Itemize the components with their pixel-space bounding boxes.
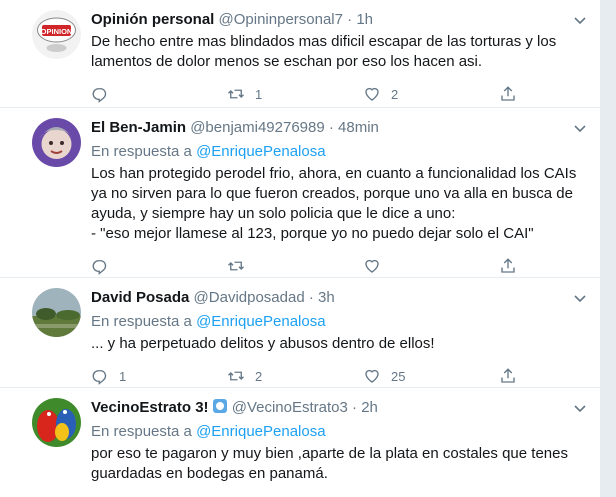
- author-handle[interactable]: @Davidposadad: [194, 289, 305, 306]
- tweet-timestamp[interactable]: 2h: [361, 399, 378, 416]
- share-icon: [501, 86, 515, 101]
- share-button[interactable]: [499, 84, 517, 104]
- blue-square-emoji-icon: [212, 399, 227, 413]
- author-handle[interactable]: @Opininpersonal7: [219, 11, 343, 28]
- share-button[interactable]: [499, 366, 517, 386]
- retweet-button[interactable]: 1: [227, 84, 262, 104]
- reply-context: En respuesta a @EnriquePenalosa: [91, 312, 588, 332]
- like-button[interactable]: 2: [363, 84, 398, 104]
- retweet-button[interactable]: 2: [227, 366, 262, 386]
- tweet-text: De hecho entre mas blindados mas dificil…: [91, 33, 557, 70]
- reply-prefix: En respuesta a: [91, 313, 192, 330]
- tweet-actions: 1 2: [91, 84, 588, 104]
- separator-dot: ·: [308, 289, 314, 306]
- heart-icon: [365, 259, 379, 273]
- tweet-header: VecinoEstrato 3! @VecinoEstrato3 · 2h: [91, 398, 588, 418]
- tweet-timeline: OPINION Opinión personal @Opininpersonal…: [0, 0, 601, 497]
- author-name[interactable]: David Posada: [91, 289, 189, 306]
- landscape-photo-icon[interactable]: [32, 288, 81, 337]
- tweet-text: ... y ha perpetuado delitos y abusos den…: [91, 335, 435, 352]
- reply-mention-link[interactable]: @EnriquePenalosa: [196, 313, 325, 330]
- like-button[interactable]: 25: [363, 366, 405, 386]
- separator-dot: ·: [328, 119, 334, 136]
- reply-button[interactable]: 1: [91, 366, 126, 386]
- retweet-count: 2: [255, 368, 263, 384]
- author-handle[interactable]: @benjami49276989: [190, 119, 325, 136]
- reply-context: En respuesta a @EnriquePenalosa: [91, 142, 588, 162]
- reply-icon: [92, 260, 107, 275]
- tweet-card[interactable]: El Ben-Jamin @benjami49276989 · 48min En…: [0, 108, 600, 278]
- reply-icon: [92, 370, 107, 385]
- heart-icon: [365, 369, 379, 383]
- retweet-icon: [228, 371, 244, 381]
- reply-prefix: En respuesta a: [91, 423, 192, 440]
- reply-button[interactable]: [91, 256, 119, 276]
- reply-prefix: En respuesta a: [91, 143, 192, 160]
- separator-dot: ·: [352, 399, 358, 416]
- separator-dot: ·: [347, 11, 353, 28]
- chevron-down-icon[interactable]: [572, 12, 588, 28]
- tweet-text: por eso te pagaron y muy bien ,aparte de…: [91, 445, 568, 482]
- share-icon: [501, 368, 515, 383]
- retweet-icon: [228, 89, 244, 99]
- like-count: 25: [391, 368, 406, 384]
- tweet-header: Opinión personal @Opininpersonal7 · 1h: [91, 10, 588, 30]
- person-photo-icon[interactable]: [32, 118, 81, 167]
- parrot-photo-icon[interactable]: [32, 398, 81, 447]
- share-icon: [501, 258, 515, 273]
- author-name[interactable]: VecinoEstrato 3!: [91, 399, 209, 416]
- tweet-header: David Posada @Davidposadad · 3h: [91, 288, 588, 308]
- author-name[interactable]: Opinión personal: [91, 11, 214, 28]
- tweet-card[interactable]: VecinoEstrato 3! @VecinoEstrato3 · 2h En…: [0, 388, 600, 497]
- tweet-card[interactable]: OPINION Opinión personal @Opininpersonal…: [0, 0, 600, 108]
- chevron-down-icon[interactable]: [572, 400, 588, 416]
- tweet-card[interactable]: David Posada @Davidposadad · 3h En respu…: [0, 278, 600, 388]
- reply-button[interactable]: [91, 84, 119, 104]
- chevron-down-icon[interactable]: [572, 290, 588, 306]
- reply-mention-link[interactable]: @EnriquePenalosa: [196, 143, 325, 160]
- tweet-timestamp[interactable]: 48min: [338, 119, 379, 136]
- like-button[interactable]: [363, 256, 391, 276]
- tweet-actions: 1 2 25: [91, 366, 588, 386]
- reply-mention-link[interactable]: @EnriquePenalosa: [196, 423, 325, 440]
- author-name[interactable]: El Ben-Jamin: [91, 119, 186, 136]
- reply-context: En respuesta a @EnriquePenalosa: [91, 422, 588, 442]
- author-handle[interactable]: @VecinoEstrato3: [232, 399, 348, 416]
- reply-icon: [92, 88, 107, 103]
- reply-count: 1: [119, 368, 127, 384]
- tweet-timestamp[interactable]: 3h: [318, 289, 335, 306]
- tweet-actions: [91, 256, 588, 276]
- retweet-count: 1: [255, 86, 263, 102]
- tweet-timestamp[interactable]: 1h: [356, 11, 373, 28]
- heart-icon: [365, 87, 379, 101]
- tweet-text: Los han protegido perodel frio, ahora, e…: [91, 165, 577, 242]
- chevron-down-icon[interactable]: [572, 120, 588, 136]
- opinion-sign-icon[interactable]: OPINION: [32, 10, 81, 59]
- share-button[interactable]: [499, 256, 517, 276]
- retweet-button[interactable]: [227, 256, 255, 276]
- avatar-sign-text: OPINION: [41, 27, 73, 36]
- tweet-header: El Ben-Jamin @benjami49276989 · 48min: [91, 118, 588, 138]
- retweet-icon: [228, 261, 244, 271]
- like-count: 2: [391, 86, 399, 102]
